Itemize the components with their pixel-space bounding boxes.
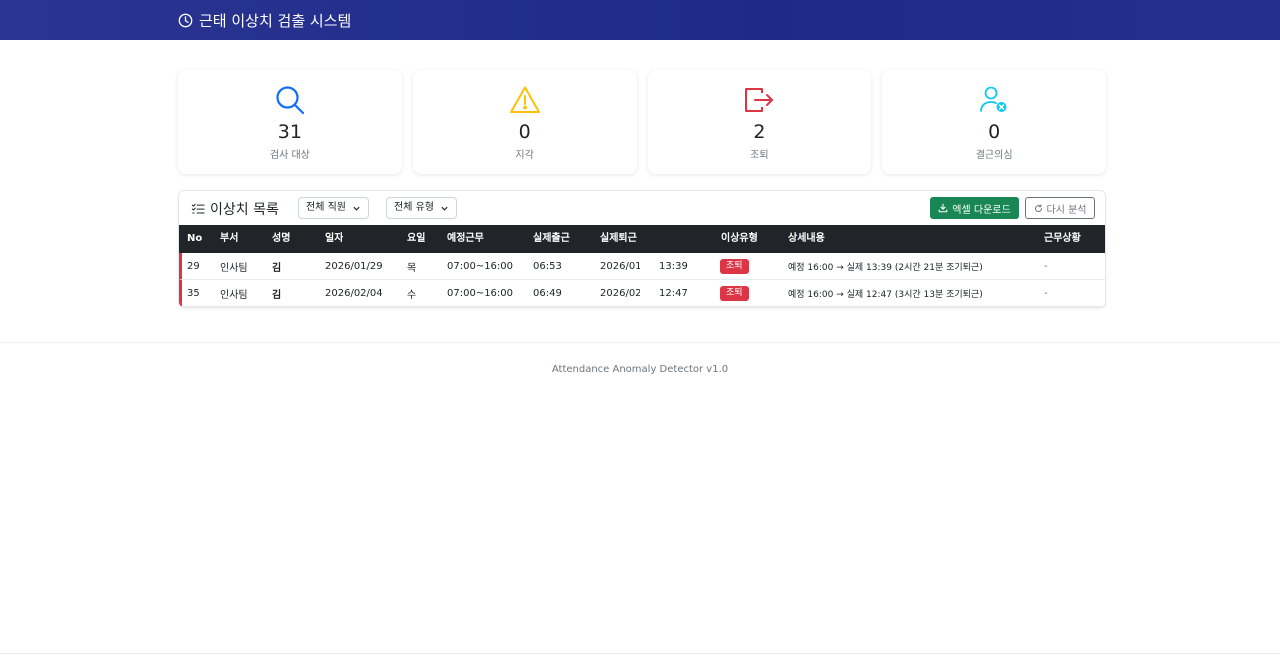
cell-no: 35 xyxy=(187,287,200,299)
type-badge: 조퇴 xyxy=(720,285,749,301)
stat-value: 0 xyxy=(518,121,531,143)
employee-filter-select[interactable]: 전체 직원 xyxy=(298,197,369,219)
table-row[interactable]: 29 인사팀 김 2026/01/29 목 07:00~16:00 06:53 … xyxy=(179,253,1105,280)
cell-date: 2026/02/04 xyxy=(325,287,383,299)
stat-label: 검사 대상 xyxy=(269,150,310,161)
warning-icon xyxy=(509,86,540,113)
stat-label: 지각 xyxy=(515,150,534,161)
cell-dept: 인사팀 xyxy=(220,289,248,301)
page-bottom-divider xyxy=(0,653,1280,654)
type-badge: 조퇴 xyxy=(720,258,749,274)
cell-status: - xyxy=(1044,287,1048,299)
col-dept[interactable]: 부서 xyxy=(220,225,238,253)
cell-type: 조퇴 xyxy=(720,280,749,306)
download-icon xyxy=(939,203,948,213)
panel-title: 이상치 목록 xyxy=(191,199,279,219)
stat-card-late: 0 지각 xyxy=(412,70,637,174)
col-name[interactable]: 성명 xyxy=(272,225,290,253)
list-check-icon xyxy=(191,203,205,214)
panel-header: 이상치 목록 전체 직원 전체 유형 엑셀 다운로드 다시 분석 xyxy=(179,191,1105,225)
col-day[interactable]: 요일 xyxy=(407,225,425,253)
cell-name: 김 xyxy=(272,262,282,274)
col-scheduled[interactable]: 예정근무 xyxy=(447,225,484,253)
exit-icon xyxy=(745,88,774,112)
col-date[interactable]: 일자 xyxy=(325,225,343,253)
cell-actual-in: 06:49 xyxy=(533,287,562,299)
cell-date: 2026/01/29 xyxy=(325,260,383,272)
cell-actual-out-date: 2026/01/ xyxy=(600,260,640,272)
stat-card-absence: 0 결근의심 xyxy=(882,70,1106,174)
cell-day: 수 xyxy=(407,289,417,301)
reanalyze-button[interactable]: 다시 분석 xyxy=(1025,197,1095,219)
cell-actual-in: 06:53 xyxy=(533,260,562,272)
refresh-icon xyxy=(1034,203,1042,212)
stat-label: 조퇴 xyxy=(750,150,769,161)
col-no[interactable]: No xyxy=(187,225,202,253)
cell-actual-out-time: 13:39 xyxy=(659,260,688,272)
clock-icon xyxy=(178,13,193,27)
stat-label: 결근의심 xyxy=(975,150,1013,161)
col-detail[interactable]: 상세내용 xyxy=(788,225,825,253)
table-header: No 부서 성명 일자 요일 예정근무 실제출근 실제퇴근 이상유형 상세내용 … xyxy=(179,225,1105,253)
anomaly-table: No 부서 성명 일자 요일 예정근무 실제출근 실제퇴근 이상유형 상세내용 … xyxy=(179,225,1105,307)
reanalyze-label: 다시 분석 xyxy=(1046,204,1087,216)
excel-download-label: 엑셀 다운로드 xyxy=(952,204,1011,216)
excel-download-button[interactable]: 엑셀 다운로드 xyxy=(930,197,1019,219)
cell-no: 29 xyxy=(187,260,200,272)
col-status[interactable]: 근무상황 xyxy=(1044,225,1081,253)
app-title: 근태 이상치 검출 시스템 xyxy=(199,11,352,30)
stat-card-inspected: 31 검사 대상 xyxy=(178,70,402,174)
chevron-down-icon xyxy=(353,206,360,211)
stat-card-early-leave: 2 조퇴 xyxy=(647,70,872,174)
type-filter-select[interactable]: 전체 유형 xyxy=(386,197,457,219)
cell-name: 김 xyxy=(272,289,282,301)
footer-divider xyxy=(0,342,1280,343)
cell-actual-out-time: 12:47 xyxy=(659,287,688,299)
cell-type: 조퇴 xyxy=(720,253,749,279)
col-actual-in[interactable]: 실제출근 xyxy=(533,225,570,253)
table-row[interactable]: 35 인사팀 김 2026/02/04 수 07:00~16:00 06:49 … xyxy=(179,280,1105,307)
anomaly-list-panel: 이상치 목록 전체 직원 전체 유형 엑셀 다운로드 다시 분석 No 부서 성… xyxy=(178,190,1106,308)
cell-detail: 예정 16:00 → 실제 12:47 (3시간 13분 조기퇴근) xyxy=(788,289,983,300)
navbar: 근태 이상치 검출 시스템 xyxy=(0,0,1280,40)
stat-value: 0 xyxy=(988,121,1001,143)
stat-cards: 31 검사 대상 0 지각 2 조퇴 0 결근의심 xyxy=(178,70,1106,174)
cell-scheduled: 07:00~16:00 xyxy=(447,260,514,272)
cell-actual-out-date: 2026/02/ xyxy=(600,287,640,299)
cell-dept: 인사팀 xyxy=(220,262,248,274)
col-actual-out[interactable]: 실제퇴근 xyxy=(600,225,637,253)
stat-value: 31 xyxy=(277,121,302,143)
footer-text: Attendance Anomaly Detector v1.0 xyxy=(551,364,729,375)
chevron-down-icon xyxy=(441,206,448,211)
cell-scheduled: 07:00~16:00 xyxy=(447,287,514,299)
employee-filter-value: 전체 직원 xyxy=(306,202,346,213)
type-filter-value: 전체 유형 xyxy=(394,202,434,213)
cell-detail: 예정 16:00 → 실제 13:39 (2시간 21분 조기퇴근) xyxy=(788,262,983,273)
user-x-icon xyxy=(980,86,1007,112)
cell-status: - xyxy=(1044,260,1048,272)
panel-title-text: 이상치 목록 xyxy=(210,202,279,218)
brand[interactable]: 근태 이상치 검출 시스템 xyxy=(178,10,351,30)
search-icon xyxy=(276,86,304,115)
cell-day: 목 xyxy=(407,262,417,274)
col-type[interactable]: 이상유형 xyxy=(721,225,758,253)
stat-value: 2 xyxy=(753,121,766,143)
